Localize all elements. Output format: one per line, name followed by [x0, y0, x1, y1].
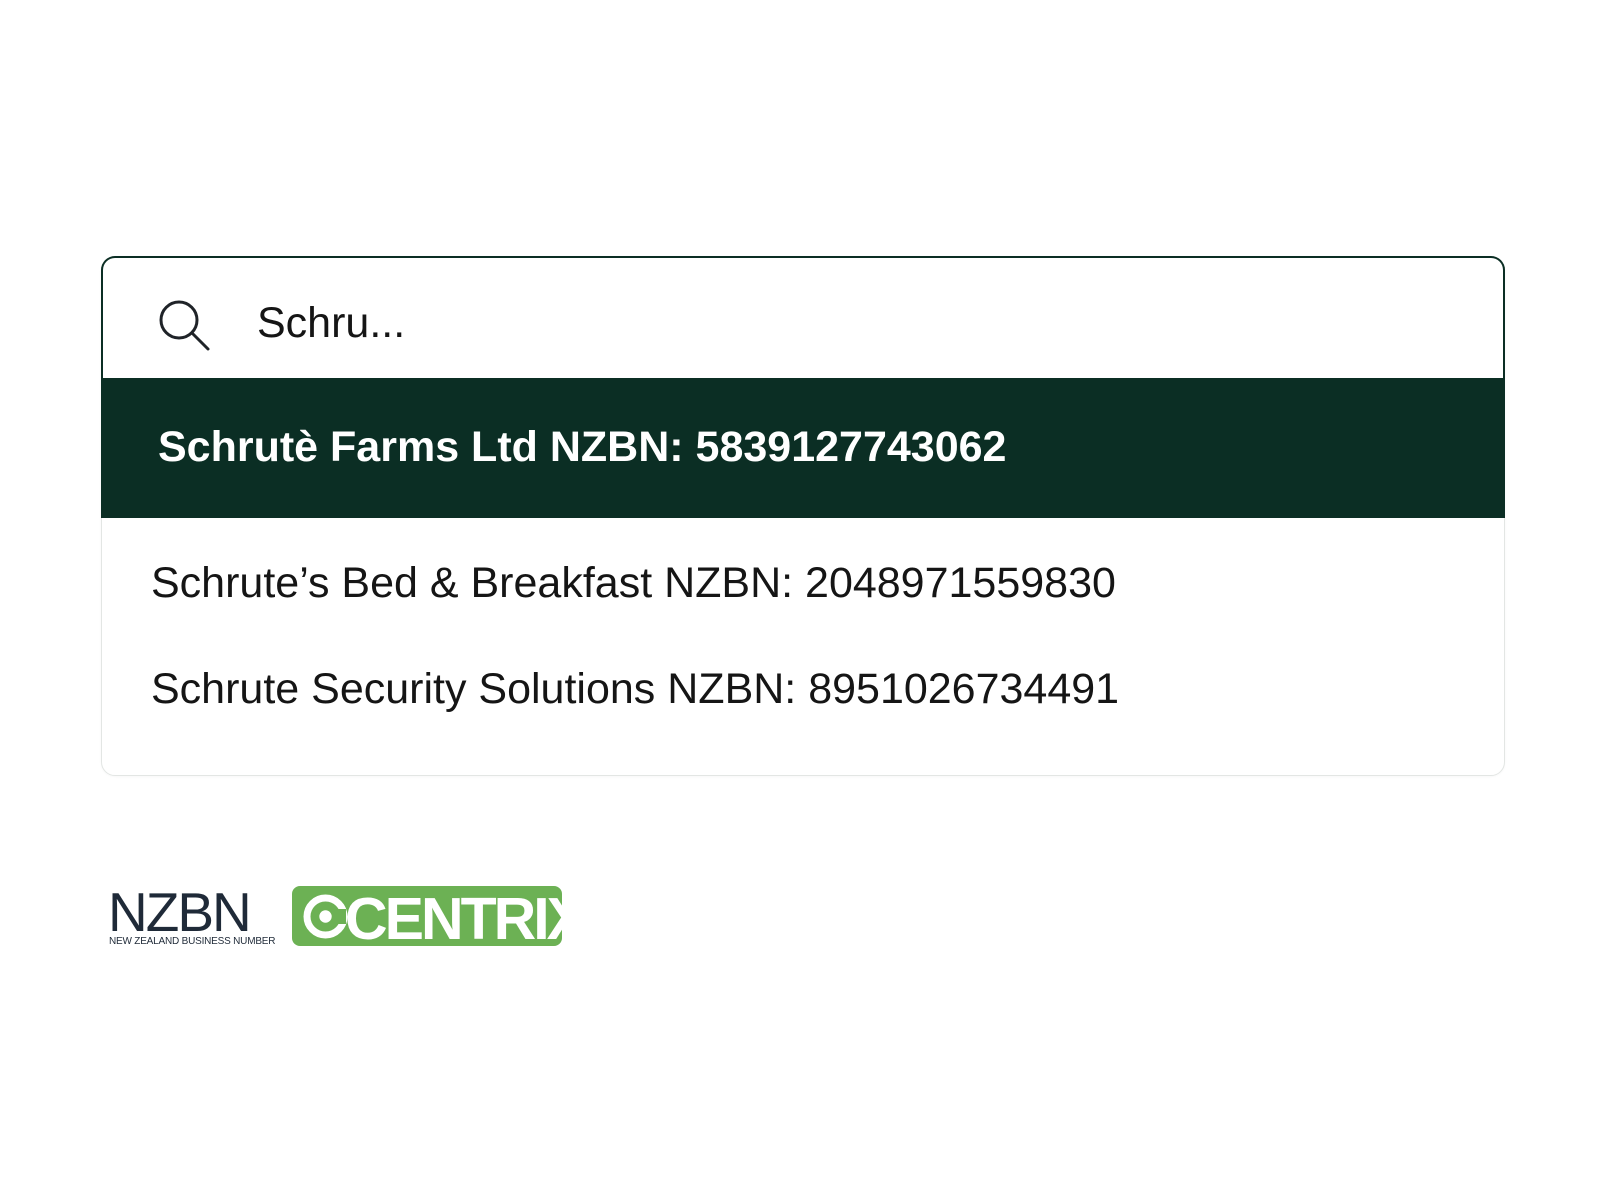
- centrix-logo: CENTRIX: [292, 886, 562, 946]
- nzbn-tagline: NEW ZEALAND BUSINESS NUMBER: [109, 936, 276, 947]
- search-input-value[interactable]: Schru...: [257, 302, 405, 345]
- centrix-mark-icon: [303, 894, 348, 939]
- search-result-selected[interactable]: Schrutè Farms Ltd NZBN: 5839127743062: [101, 378, 1505, 518]
- search-result-label: Schrutè Farms Ltd NZBN: 5839127743062: [158, 423, 1007, 471]
- centrix-wordmark: CENTRIX: [345, 886, 562, 947]
- nzbn-logo: NZBN NEW ZEALAND BUSINESS NUMBER: [108, 881, 275, 955]
- search-result-item[interactable]: Schrute Security Solutions NZBN: 8951026…: [101, 640, 1505, 735]
- search-result-item[interactable]: Schrute’s Bed & Breakfast NZBN: 20489715…: [101, 534, 1505, 629]
- partner-logos: NZBN NEW ZEALAND BUSINESS NUMBER CENTRIX: [108, 885, 578, 955]
- search-icon: [159, 300, 210, 351]
- search-result-label: Schrute Security Solutions NZBN: 8951026…: [151, 665, 1120, 713]
- business-search-field[interactable]: Schru...: [101, 256, 1505, 379]
- search-result-label: Schrute’s Bed & Breakfast NZBN: 20489715…: [151, 559, 1116, 607]
- nzbn-wordmark: NZBN: [108, 881, 252, 943]
